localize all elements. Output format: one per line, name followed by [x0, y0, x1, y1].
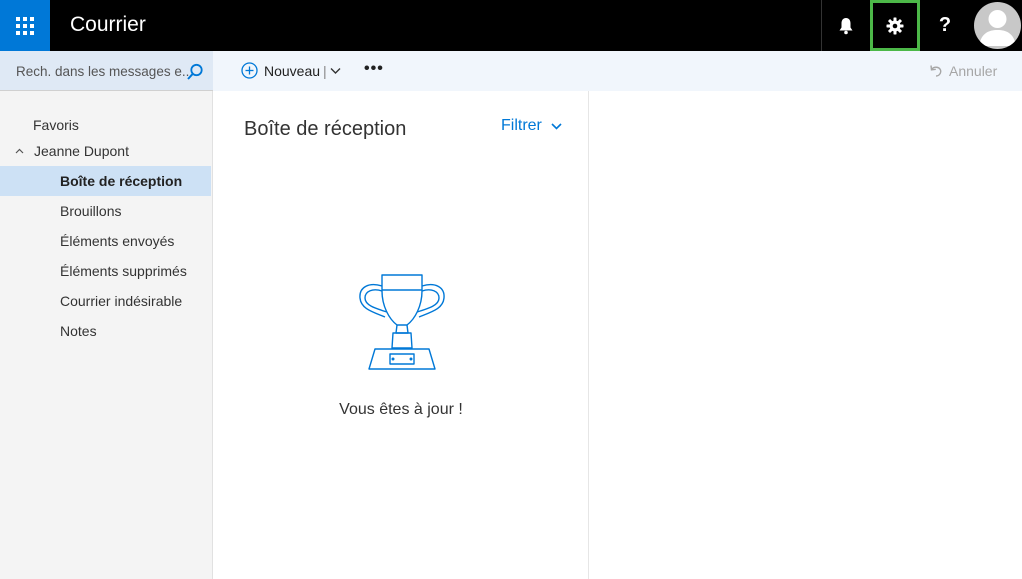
folder-deleted[interactable]: Éléments supprimés	[0, 256, 211, 286]
help-icon: ?	[938, 14, 952, 36]
new-message-button[interactable]: Nouveau |	[241, 62, 341, 79]
filter-button[interactable]: Filtrer	[501, 117, 562, 135]
settings-button[interactable]	[870, 0, 920, 51]
folder-inbox[interactable]: Boîte de réception	[0, 166, 211, 196]
folder-drafts[interactable]: Brouillons	[0, 196, 211, 226]
notifications-button[interactable]	[821, 0, 869, 51]
search-input[interactable]: Rech. dans les messages e...	[16, 64, 193, 79]
folder-pane: Favoris Jeanne Dupont Boîte de réception…	[0, 91, 213, 579]
help-button[interactable]: ?	[921, 0, 969, 51]
folder-label: Notes	[60, 323, 97, 339]
gear-icon	[886, 17, 904, 34]
app-title[interactable]: Courrier	[70, 13, 146, 37]
trophy-icon	[359, 274, 445, 370]
folder-label: Éléments envoyés	[60, 233, 175, 249]
nav-account-label: Jeanne Dupont	[34, 143, 129, 159]
reading-pane	[589, 91, 1022, 579]
undo-icon	[930, 65, 942, 77]
plus-circle-icon	[241, 62, 258, 79]
folder-label: Boîte de réception	[60, 173, 183, 189]
undo-button[interactable]: Annuler	[929, 63, 997, 79]
chevron-down-icon	[551, 122, 562, 130]
empty-state-message: Vous êtes à jour !	[339, 401, 463, 418]
more-actions-button[interactable]: •••	[364, 60, 384, 78]
folder-label: Courrier indésirable	[60, 293, 183, 309]
message-list: Boîte de réception Filtrer Vous êtes à j…	[213, 91, 589, 579]
chevron-down-icon[interactable]	[330, 67, 341, 75]
top-bar: Courrier ?	[0, 0, 1022, 51]
nav-favorites-label: Favoris	[33, 117, 79, 133]
new-split-divider: |	[323, 62, 327, 79]
new-message-label: Nouveau	[264, 62, 321, 79]
search-icon[interactable]	[186, 63, 204, 81]
avatar[interactable]	[974, 2, 1021, 49]
undo-label: Annuler	[949, 63, 998, 79]
folder-junk[interactable]: Courrier indésirable	[0, 286, 211, 316]
app-launcher-button[interactable]	[0, 0, 50, 51]
folder-label: Brouillons	[60, 203, 122, 219]
folder-title: Boîte de réception	[244, 118, 407, 140]
folder-label: Éléments supprimés	[60, 263, 187, 279]
bell-icon	[839, 17, 852, 34]
filter-label: Filtrer	[501, 117, 542, 134]
search-box[interactable]: Rech. dans les messages e...	[0, 51, 213, 91]
folder-sent[interactable]: Éléments envoyés	[0, 226, 211, 256]
command-bar: Nouveau | ••• Annuler	[213, 51, 1022, 91]
chevron-up-icon[interactable]	[15, 148, 24, 154]
waffle-icon	[16, 16, 34, 35]
folder-notes[interactable]: Notes	[0, 316, 211, 346]
nav-account[interactable]: Jeanne Dupont	[0, 136, 211, 166]
user-icon	[979, 10, 1016, 46]
